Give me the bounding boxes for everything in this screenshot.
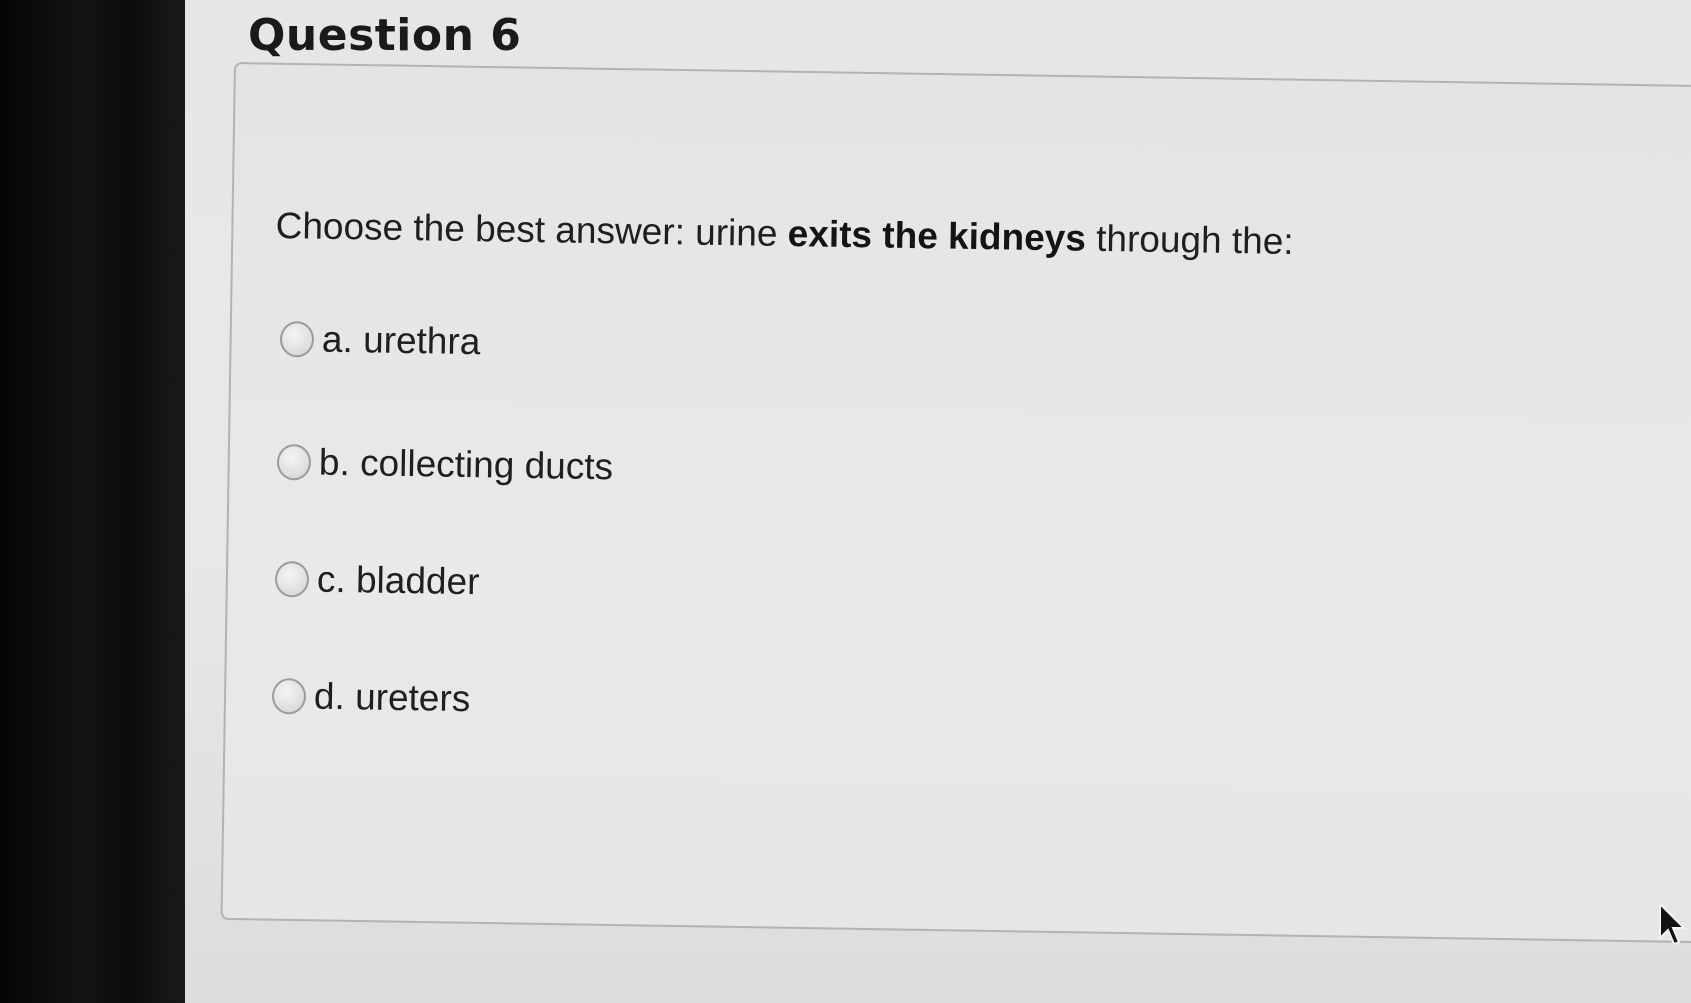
- option-a[interactable]: a. urethra: [279, 318, 481, 363]
- radio-button-d[interactable]: [271, 678, 307, 715]
- prompt-suffix: through the:: [1085, 217, 1294, 262]
- question-title: Question 6: [248, 10, 522, 61]
- option-b[interactable]: b. collecting ducts: [276, 441, 614, 488]
- radio-button-b[interactable]: [276, 444, 312, 481]
- option-b-label: b. collecting ducts: [318, 441, 614, 488]
- prompt-prefix: Choose the best answer: urine: [275, 205, 789, 255]
- radio-button-c[interactable]: [274, 561, 310, 598]
- photo-stage: Question 6 Choose the best answer: urine…: [0, 0, 1691, 1003]
- option-c[interactable]: c. bladder: [274, 558, 480, 603]
- prompt-bold: exits the kidneys: [787, 213, 1087, 259]
- monitor-bezel: [0, 0, 185, 1003]
- option-c-label: c. bladder: [316, 558, 480, 603]
- option-d-label: d. ureters: [313, 675, 471, 720]
- option-d[interactable]: d. ureters: [271, 675, 471, 720]
- question-card: [220, 62, 1691, 944]
- option-a-label: a. urethra: [321, 318, 481, 363]
- radio-button-a[interactable]: [279, 321, 315, 358]
- mouse-pointer-icon: [1659, 902, 1687, 946]
